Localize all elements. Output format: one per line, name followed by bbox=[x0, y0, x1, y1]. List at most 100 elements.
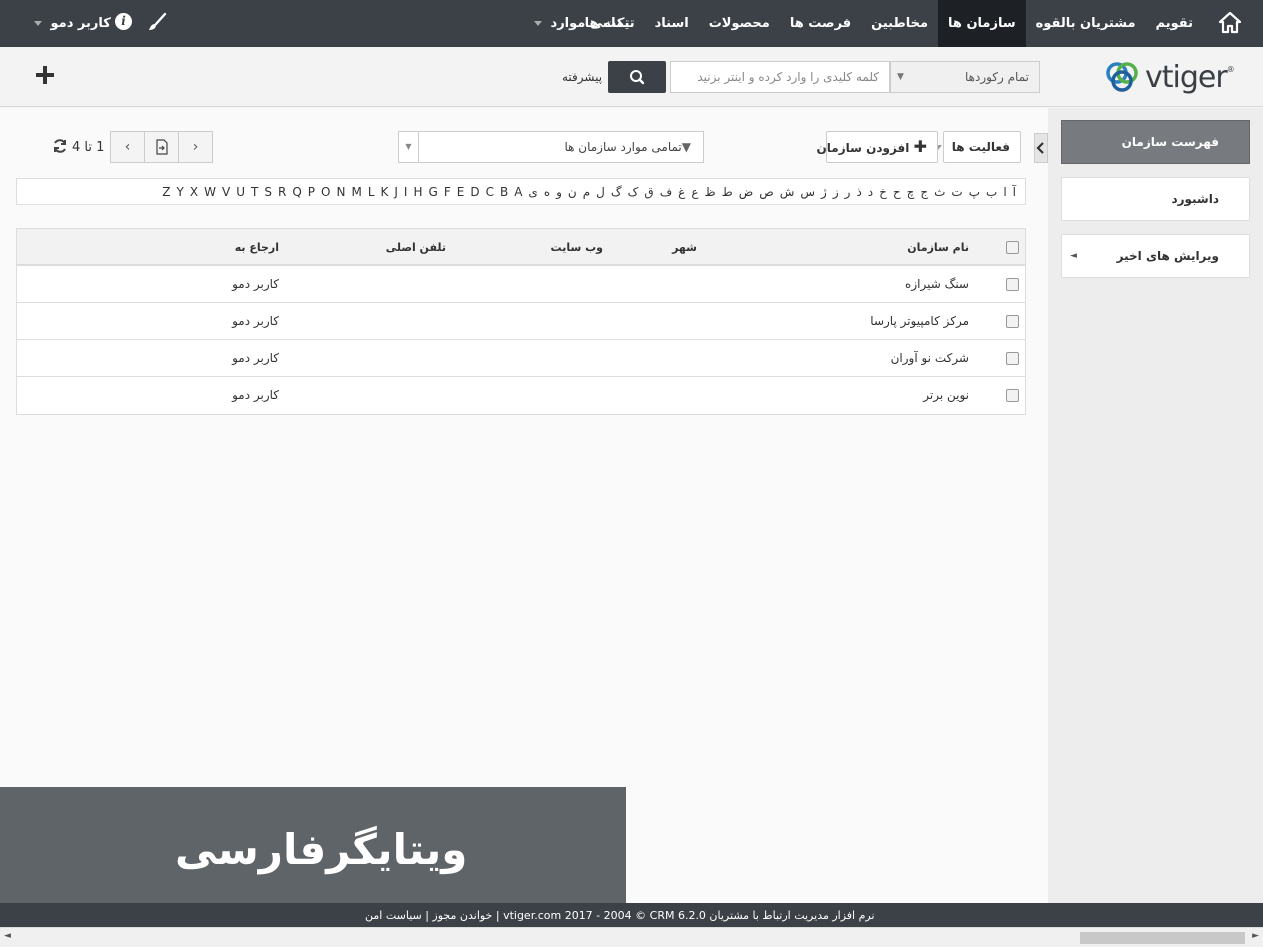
scroll-right-icon[interactable]: ► bbox=[1252, 931, 1259, 941]
alphabet-letter[interactable]: ظ bbox=[704, 185, 715, 199]
alphabet-letter[interactable]: س bbox=[800, 185, 815, 199]
alphabet-letter[interactable]: ع bbox=[691, 185, 698, 199]
alphabet-letter[interactable]: ق bbox=[644, 185, 653, 199]
alphabet-letter[interactable]: ذ bbox=[856, 185, 861, 199]
search-button[interactable] bbox=[608, 61, 666, 93]
alphabet-letter[interactable]: خ bbox=[879, 185, 887, 199]
alphabet-letter[interactable]: A bbox=[514, 185, 522, 199]
alphabet-letter[interactable]: F bbox=[444, 185, 451, 199]
alphabet-letter[interactable]: م bbox=[583, 185, 590, 199]
prev-page-button[interactable]: ‹ bbox=[111, 132, 145, 162]
cell-org-name[interactable]: سنگ شیرازه bbox=[905, 266, 969, 303]
sidebar-item-dashboard[interactable]: داشبورد bbox=[1061, 177, 1250, 221]
alphabet-letter[interactable]: Z bbox=[162, 185, 170, 199]
horizontal-scrollbar[interactable]: ◄ ► bbox=[0, 927, 1263, 947]
all-items-menu[interactable]: تمامی موارد bbox=[530, 0, 630, 47]
table-row[interactable]: شرکت نو آوران کاربر دمو bbox=[17, 340, 1025, 377]
alphabet-letter[interactable]: V bbox=[222, 185, 230, 199]
alphabet-letter[interactable]: ل bbox=[596, 185, 605, 199]
alphabet-letter[interactable]: ز bbox=[833, 185, 839, 199]
alphabet-letter[interactable]: ک bbox=[628, 185, 639, 199]
activities-button[interactable]: فعالیت ها bbox=[933, 131, 1021, 163]
nav-item-3[interactable]: مخاطبین bbox=[861, 0, 938, 47]
alphabet-letter[interactable]: ط bbox=[722, 185, 733, 199]
alphabet-letter[interactable]: W bbox=[204, 185, 216, 199]
record-type-select[interactable]: تمام رکوردها ▼ bbox=[890, 61, 1040, 93]
quick-create-plus-icon[interactable] bbox=[34, 64, 56, 86]
alphabet-letter[interactable]: چ bbox=[907, 185, 915, 199]
alphabet-letter[interactable]: ث bbox=[934, 185, 945, 199]
cell-org-name[interactable]: نوین برتر bbox=[923, 377, 969, 414]
alphabet-letter[interactable]: ح bbox=[893, 185, 901, 199]
alphabet-letter[interactable]: ص bbox=[759, 185, 774, 199]
alphabet-letter[interactable]: آ bbox=[1013, 185, 1016, 199]
nav-item-5[interactable]: محصولات bbox=[699, 0, 780, 47]
row-checkbox[interactable] bbox=[1006, 389, 1019, 402]
alphabet-letter[interactable]: ب bbox=[986, 185, 997, 199]
row-checkbox[interactable] bbox=[1006, 352, 1019, 365]
search-input[interactable]: کلمه کلیدی را وارد کرده و اینتر بزنید bbox=[670, 61, 890, 93]
alphabet-letter[interactable]: N bbox=[336, 185, 345, 199]
alphabet-letter[interactable]: P bbox=[308, 185, 315, 199]
alphabet-letter[interactable]: K bbox=[381, 185, 389, 199]
alphabet-letter[interactable]: Y bbox=[177, 185, 184, 199]
alphabet-letter[interactable]: I bbox=[404, 185, 408, 199]
paintbrush-icon[interactable] bbox=[146, 11, 168, 33]
home-icon[interactable] bbox=[1217, 10, 1243, 36]
alphabet-letter[interactable]: B bbox=[500, 185, 508, 199]
scroll-left-icon[interactable]: ◄ bbox=[4, 931, 11, 941]
alphabet-letter[interactable]: ض bbox=[739, 185, 754, 199]
alphabet-letter[interactable]: C bbox=[486, 185, 494, 199]
alphabet-letter[interactable]: ژ bbox=[821, 185, 827, 199]
advanced-search-link[interactable]: پیشرفته bbox=[562, 70, 602, 84]
user-menu[interactable]: کاربر دمو bbox=[30, 0, 111, 47]
alphabet-letter[interactable]: G bbox=[429, 185, 438, 199]
alphabet-letter[interactable]: Q bbox=[292, 185, 301, 199]
refresh-icon[interactable] bbox=[52, 138, 68, 154]
nav-item-1[interactable]: مشتریان بالقوه bbox=[1026, 0, 1146, 47]
row-checkbox[interactable] bbox=[1006, 315, 1019, 328]
nav-item-4[interactable]: فرصت ها bbox=[780, 0, 861, 47]
header-phone[interactable]: تلفن اصلی bbox=[386, 229, 446, 266]
nav-item-2[interactable]: سازمان ها bbox=[938, 0, 1026, 47]
alphabet-letter[interactable]: M bbox=[351, 185, 361, 199]
alphabet-letter[interactable]: ف bbox=[660, 185, 672, 199]
alphabet-letter[interactable]: ت bbox=[951, 185, 962, 199]
alphabet-letter[interactable]: T bbox=[251, 185, 258, 199]
alphabet-letter[interactable]: ج bbox=[920, 185, 928, 199]
table-row[interactable]: نوین برتر کاربر دمو bbox=[17, 377, 1025, 414]
add-organization-button[interactable]: ✚ افزودن سازمان bbox=[817, 131, 938, 163]
header-org-name[interactable]: نام سازمان bbox=[907, 229, 969, 266]
table-row[interactable]: سنگ شیرازه کاربر دمو bbox=[17, 266, 1025, 303]
alphabet-letter[interactable]: D bbox=[470, 185, 479, 199]
cell-org-name[interactable]: شرکت نو آوران bbox=[891, 340, 969, 377]
alphabet-letter[interactable]: پ bbox=[969, 185, 980, 199]
alphabet-letter[interactable]: غ bbox=[678, 185, 685, 199]
nav-item-6[interactable]: اسناد bbox=[645, 0, 699, 47]
select-all-checkbox[interactable] bbox=[1006, 241, 1019, 254]
alphabet-letter[interactable]: ی bbox=[528, 185, 537, 199]
sidebar-item-org-list[interactable]: فهرست سازمان bbox=[1061, 120, 1250, 164]
alphabet-letter[interactable]: H bbox=[413, 185, 422, 199]
header-website[interactable]: وب سایت bbox=[551, 229, 603, 266]
alphabet-letter[interactable]: ن bbox=[568, 185, 577, 199]
page-jump-button[interactable] bbox=[145, 132, 179, 162]
alphabet-letter[interactable]: ا bbox=[1003, 185, 1006, 199]
alphabet-letter[interactable]: L bbox=[368, 185, 375, 199]
alphabet-letter[interactable]: U bbox=[236, 185, 245, 199]
alphabet-letter[interactable]: X bbox=[190, 185, 198, 199]
info-icon[interactable]: i bbox=[115, 13, 132, 30]
alphabet-letter[interactable]: S bbox=[264, 185, 272, 199]
sidebar-item-recent-edits[interactable]: ویرایش های اخیر ◄ bbox=[1061, 234, 1250, 278]
nav-item-0[interactable]: تقویم bbox=[1146, 0, 1203, 47]
scrollbar-thumb[interactable] bbox=[1080, 932, 1245, 944]
table-row[interactable]: مرکز کامپیوتر پارسا کاربر دمو bbox=[17, 303, 1025, 340]
alphabet-letter[interactable]: R bbox=[278, 185, 286, 199]
alphabet-letter[interactable]: E bbox=[457, 185, 465, 199]
alphabet-letter[interactable]: گ bbox=[611, 185, 622, 199]
vtiger-logo[interactable]: vtiger ® bbox=[1103, 59, 1238, 95]
alphabet-letter[interactable]: و bbox=[556, 185, 562, 199]
alphabet-letter[interactable]: ر bbox=[845, 185, 851, 199]
alphabet-letter[interactable]: ش bbox=[780, 185, 795, 199]
list-filter-select[interactable]: ▼ ▼تمامی موارد سازمان ها bbox=[398, 131, 704, 163]
